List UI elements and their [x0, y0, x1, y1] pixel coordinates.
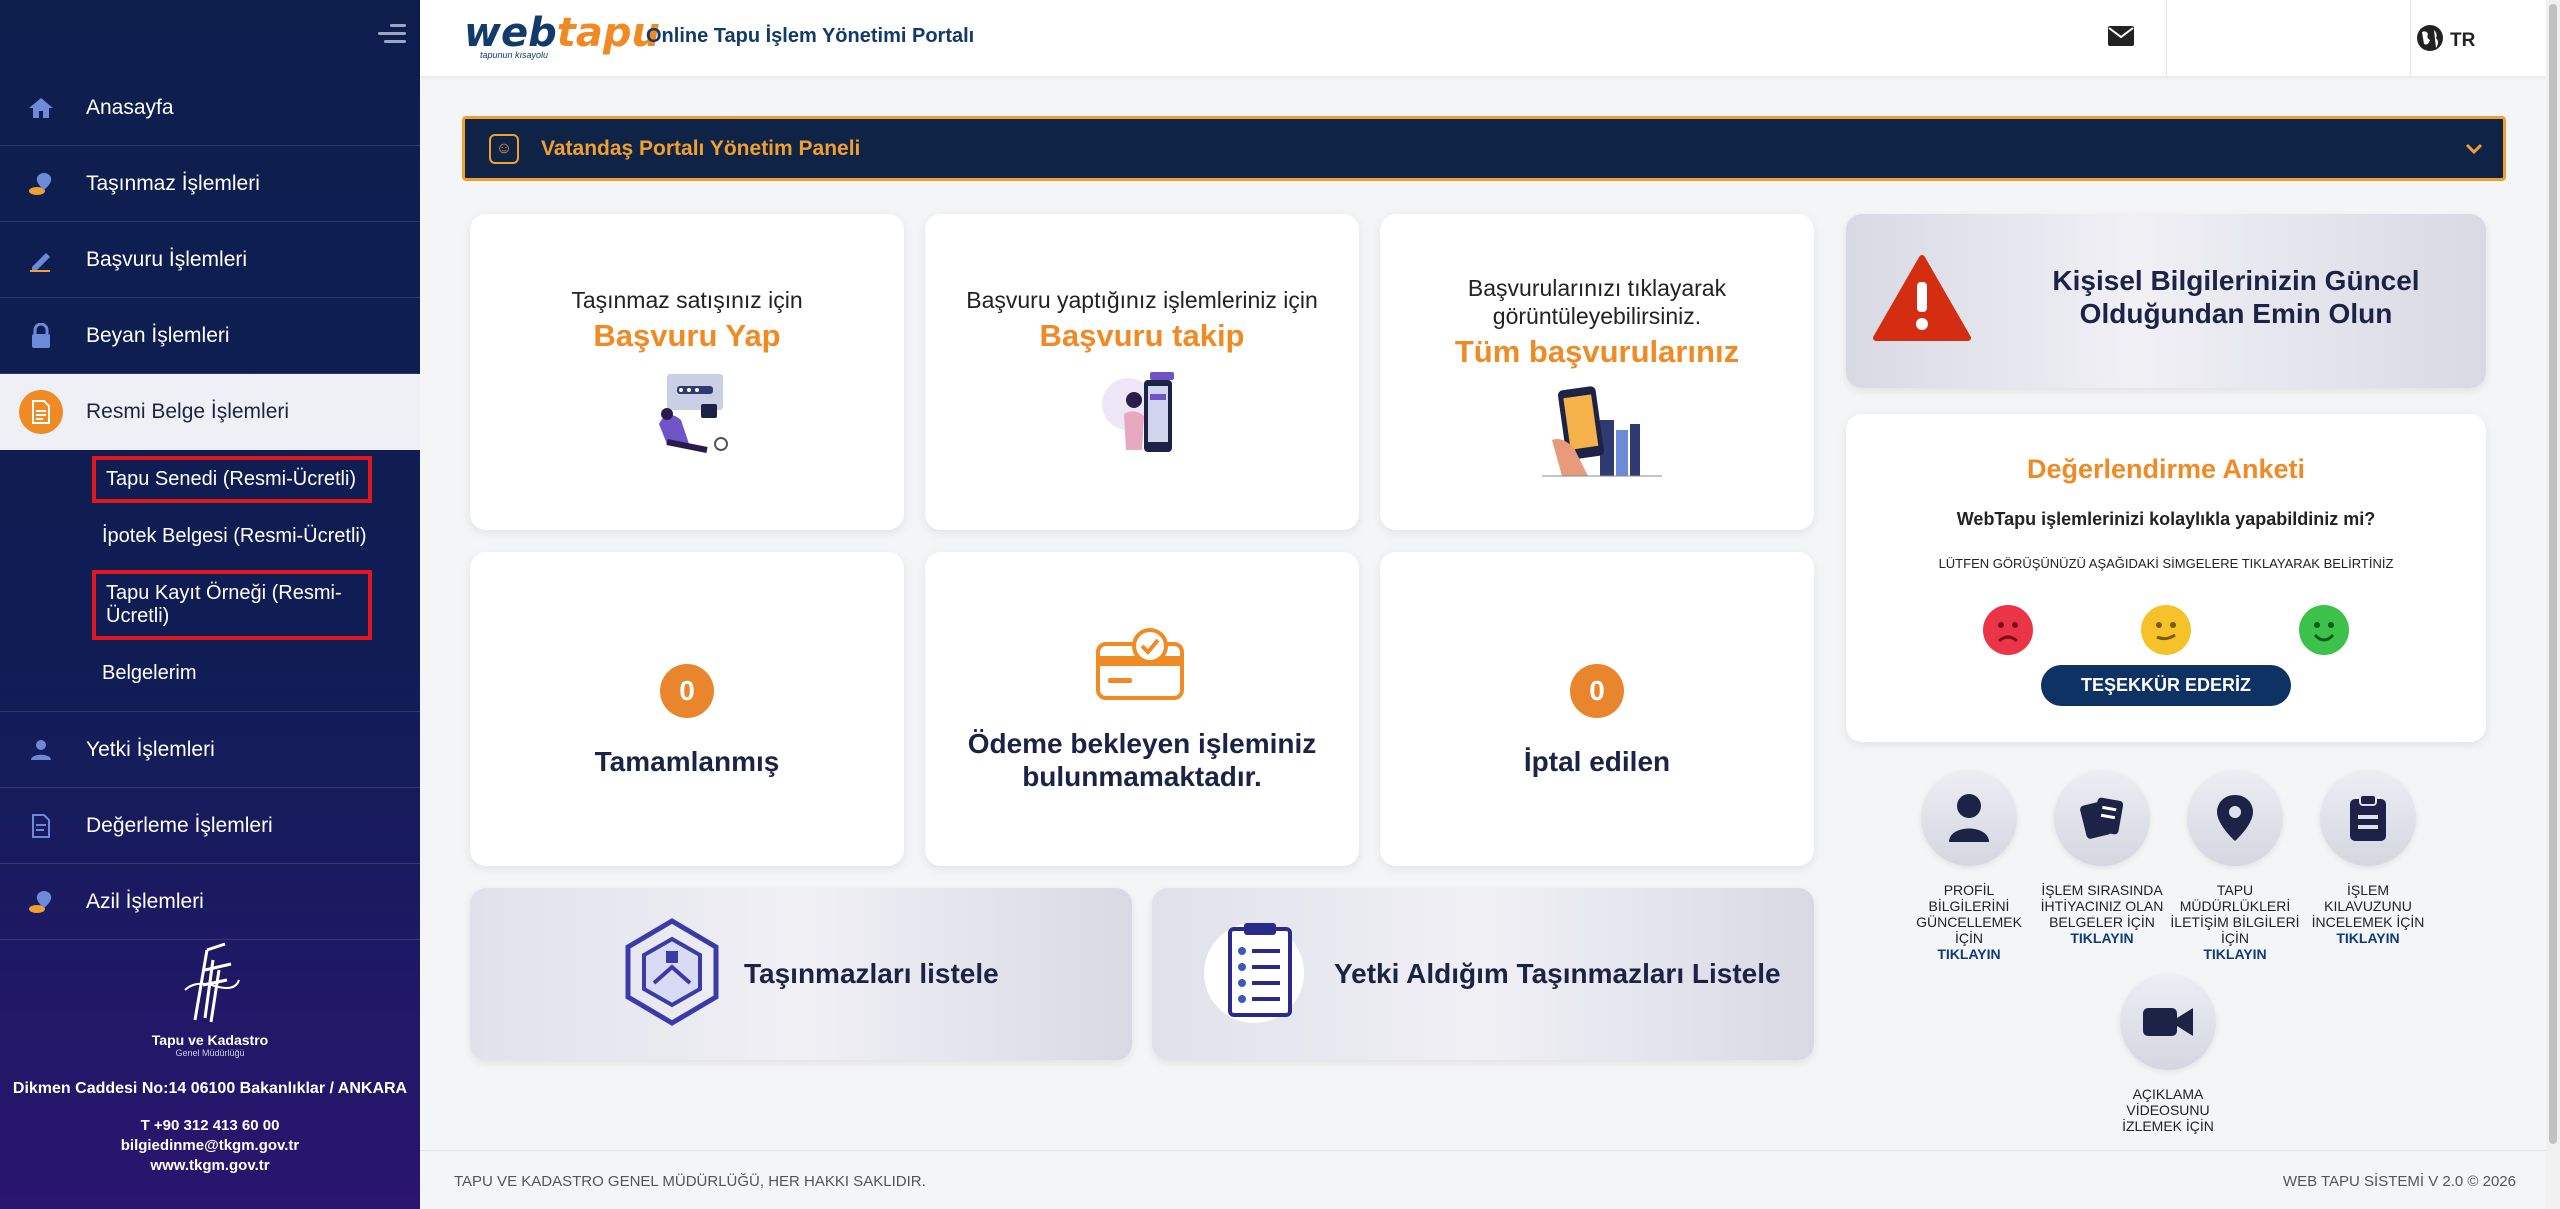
email[interactable]: bilgiedinme@tkgm.gov.tr: [0, 1136, 420, 1156]
language-label: TR: [2450, 30, 2476, 51]
submenu-ipotek-belgesi[interactable]: İpotek Belgesi (Resmi-Ücretli): [92, 517, 420, 556]
track-card-title: Başvuru takip: [1039, 318, 1245, 353]
all-applications-card[interactable]: Başvurularınızı tıklayarak görüntüleyebi…: [1380, 214, 1814, 530]
cancelled-count: 0: [1570, 664, 1624, 718]
apply-card-title: Başvuru Yap: [593, 318, 781, 353]
completed-count: 0: [660, 664, 714, 718]
person-icon: [1921, 770, 2017, 866]
list-properties-button[interactable]: Taşınmazları listele: [470, 888, 1132, 1060]
brand-tagline: tapunun kısayolu: [480, 50, 549, 60]
mail-icon[interactable]: [2108, 26, 2134, 51]
map-pin-icon: [2187, 770, 2283, 866]
website[interactable]: www.tkgm.gov.tr: [0, 1156, 420, 1176]
globe-icon: [2416, 24, 2444, 58]
payment-status-text: Ödeme bekleyen işleminiz bulunmamaktadır…: [967, 728, 1317, 792]
copyright-text: TAPU VE KADASTRO GENEL MÜDÜRLÜĞÜ, HER HA…: [454, 1173, 926, 1190]
report-icon: [26, 811, 56, 841]
payment-card-icon: [925, 626, 1359, 711]
sidebar-submenu: Tapu Senedi (Resmi-Ücretli) İpotek Belge…: [0, 450, 420, 712]
survey-faces: [1846, 605, 2486, 655]
laptop-person-illustration: [470, 364, 904, 465]
user-icon: [26, 735, 56, 765]
top-header: webtapu tapunun kısayolu Online Tapu İşl…: [420, 0, 2546, 76]
survey-card: Değerlendirme Anketi WebTapu işlemlerini…: [1846, 414, 2486, 742]
panel-title: Vatandaş Portalı Yönetim Paneli: [541, 136, 861, 160]
pen-icon: [26, 245, 56, 275]
tkgm-logo: [175, 940, 245, 1026]
lock-icon: [26, 321, 56, 351]
scrollbar[interactable]: [2546, 0, 2560, 1209]
completed-label: Tamamlanmış: [594, 746, 780, 777]
header-divider: [2410, 0, 2411, 76]
sidebar-item-resmi-belge[interactable]: Resmi Belge İşlemleri: [0, 374, 420, 450]
warning-icon: [1872, 254, 1972, 347]
warning-text: Kişisel Bilgilerinizin Güncel Olduğundan…: [2052, 265, 2420, 329]
quick-link-video[interactable]: AÇIKLAMA VİDEOSUNU İZLEMEK İÇİN: [2103, 974, 2233, 1134]
language-selector[interactable]: TR: [2416, 24, 2475, 58]
personal-info-warning[interactable]: Kişisel Bilgilerinizin Güncel Olduğundan…: [1846, 214, 2486, 388]
org-name: Tapu ve Kadastro: [151, 1032, 269, 1048]
sidebar-item-basvuru[interactable]: Başvuru İşlemleri: [0, 222, 420, 298]
payment-card[interactable]: Ödeme bekleyen işleminiz bulunmamaktadır…: [925, 552, 1359, 866]
quick-link-guide[interactable]: İŞLEM KILAVUZUNU İNCELEMEK İÇİN TIKLAYIN: [2303, 770, 2433, 946]
submenu-tapu-senedi[interactable]: Tapu Senedi (Resmi-Ücretli): [92, 456, 372, 503]
clipboard-icon: [2320, 770, 2416, 866]
neutral-face-icon[interactable]: [2141, 605, 2191, 655]
scrollbar-thumb[interactable]: [2549, 4, 2557, 1144]
list-properties-label: Taşınmazları listele: [744, 958, 999, 989]
portal-title: Online Tapu İşlem Yönetimi Portalı: [646, 25, 975, 47]
thanks-button[interactable]: TEŞEKKÜR EDERİZ: [2040, 665, 2291, 706]
track-card[interactable]: Başvuru yaptığınız işlemleriniz için Baş…: [925, 214, 1359, 530]
sad-face-icon[interactable]: [1983, 605, 2033, 655]
sidebar: Anasayfa Taşınmaz İşlemleri Başvuru İşle…: [0, 0, 420, 1209]
apply-card-caption: Taşınmaz satışınız için: [571, 287, 803, 313]
house-icon: [622, 917, 722, 1032]
apply-card[interactable]: Taşınmaz satışınız için Başvuru Yap: [470, 214, 904, 530]
survey-question: WebTapu işlemlerinizi kolaylıkla yapabil…: [1956, 509, 2376, 529]
location-pin-icon: [26, 169, 56, 199]
documents-icon: [2054, 770, 2150, 866]
sidebar-item-yetki[interactable]: Yetki İşlemleri: [0, 712, 420, 788]
list-authorized-properties-button[interactable]: Yetki Aldığım Taşınmazları Listele: [1152, 888, 1814, 1060]
location-pin-icon: [26, 887, 56, 917]
submenu-belgelerim[interactable]: Belgelerim: [92, 654, 420, 693]
version-text: WEB TAPU SİSTEMİ V 2.0 © 2026: [2282, 1173, 2516, 1190]
sidebar-item-tasinmaz[interactable]: Taşınmaz İşlemleri: [0, 146, 420, 222]
completed-card[interactable]: 0 Tamamlanmış: [470, 552, 904, 866]
chevron-down-icon[interactable]: [2463, 137, 2485, 164]
all-card-title: Tüm başvurularınız: [1454, 334, 1740, 369]
list-authorized-label: Yetki Aldığım Taşınmazları Listele: [1334, 958, 1781, 989]
happy-face-icon[interactable]: [2299, 605, 2349, 655]
home-icon: [26, 93, 56, 123]
sidebar-item-degerleme[interactable]: Değerleme İşlemleri: [0, 788, 420, 864]
quick-link-offices[interactable]: TAPU MÜDÜRLÜKLERİ İLETİŞİM BİLGİLERİ İÇİ…: [2170, 770, 2300, 962]
sidebar-nav: Anasayfa Taşınmaz İşlemleri Başvuru İşle…: [0, 70, 420, 940]
video-camera-icon: [2120, 974, 2216, 1070]
cancelled-label: İptal edilen: [1523, 746, 1671, 777]
quick-link-documents[interactable]: İŞLEM SIRASINDA İHTİYACINIZ OLAN BELGELE…: [2037, 770, 2167, 946]
menu-toggle-icon[interactable]: [378, 24, 406, 48]
address: Dikmen Caddesi No:14 06100 Bakanlıklar /…: [12, 1080, 408, 1097]
sidebar-footer: Tapu ve Kadastro Genel Müdürlüğü Dikmen …: [0, 940, 420, 1176]
smile-icon: ☺: [489, 133, 519, 164]
submenu-tapu-kayit-ornegi[interactable]: Tapu Kayıt Örneği (Resmi-Ücretli): [92, 570, 372, 640]
quick-link-profile[interactable]: PROFİL BİLGİLERİNİ GÜNCELLEMEK İÇİN TIKL…: [1904, 770, 2034, 962]
phone-person-illustration: [925, 364, 1359, 465]
clipboard-list-icon: [1202, 917, 1312, 1032]
sidebar-item-azil[interactable]: Azil İşlemleri: [0, 864, 420, 940]
org-sub: Genel Müdürlüğü: [175, 1048, 245, 1058]
cancelled-card[interactable]: 0 İptal edilen: [1380, 552, 1814, 866]
document-icon: [19, 389, 63, 434]
sidebar-item-beyan[interactable]: Beyan İşlemleri: [0, 298, 420, 374]
survey-hint: LÜTFEN GÖRÜŞÜNÜZÜ AŞAĞIDAKİ SİMGELERE TI…: [1938, 556, 2394, 571]
phone: T +90 312 413 60 00: [140, 1117, 280, 1134]
header-divider: [2166, 0, 2167, 76]
survey-title: Değerlendirme Anketi: [2026, 454, 2306, 484]
all-card-caption: Başvurularınızı tıklayarak görüntüleyebi…: [1467, 275, 1727, 329]
sidebar-item-anasayfa[interactable]: Anasayfa: [0, 70, 420, 146]
phone-buildings-illustration: [1380, 380, 1814, 485]
panel-accordion[interactable]: ☺ Vatandaş Portalı Yönetim Paneli: [462, 116, 2506, 181]
track-card-caption: Başvuru yaptığınız işlemleriniz için: [966, 287, 1318, 313]
page-footer: TAPU VE KADASTRO GENEL MÜDÜRLÜĞÜ, HER HA…: [420, 1150, 2546, 1209]
